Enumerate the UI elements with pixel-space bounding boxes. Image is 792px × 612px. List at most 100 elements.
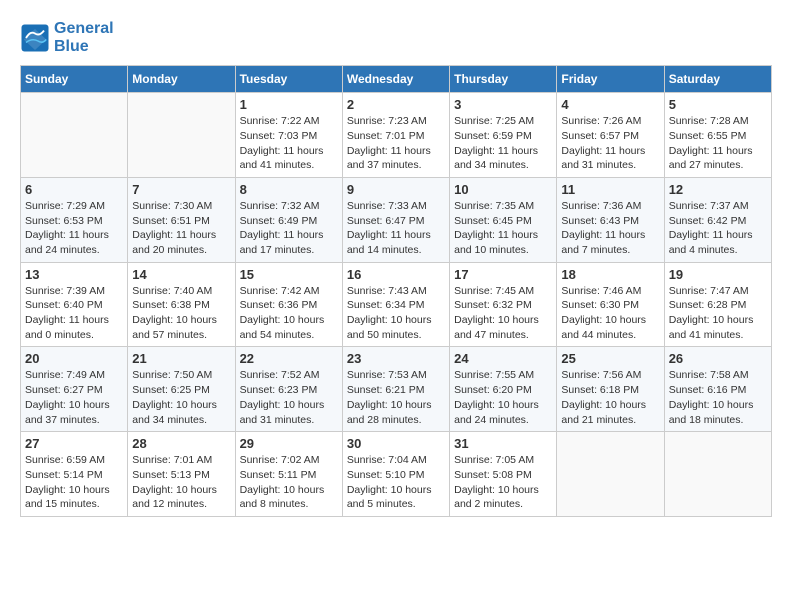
- day-number: 23: [347, 351, 445, 366]
- day-number: 3: [454, 97, 552, 112]
- day-info: Sunrise: 7:46 AM Sunset: 6:30 PM Dayligh…: [561, 284, 659, 343]
- day-info: Sunrise: 7:25 AM Sunset: 6:59 PM Dayligh…: [454, 114, 552, 173]
- calendar-cell: 18 Sunrise: 7:46 AM Sunset: 6:30 PM Dayli…: [557, 262, 664, 347]
- weekday-header-sunday: Sunday: [21, 66, 128, 93]
- day-info: Sunrise: 7:02 AM Sunset: 5:11 PM Dayligh…: [240, 453, 338, 512]
- day-number: 12: [669, 182, 767, 197]
- calendar-cell: 24Sunrise: 7:55 AM Sunset: 6:20 PM Dayli…: [450, 347, 557, 432]
- day-number: 9: [347, 182, 445, 197]
- day-info: Sunrise: 7:53 AM Sunset: 6:21 PM Dayligh…: [347, 368, 445, 427]
- calendar-cell: 17 Sunrise: 7:45 AM Sunset: 6:32 PM Dayli…: [450, 262, 557, 347]
- weekday-header-tuesday: Tuesday: [235, 66, 342, 93]
- calendar-week-5: 27 Sunrise: 6:59 AM Sunset: 5:14 PM Dayli…: [21, 432, 772, 517]
- logo: General Blue: [20, 20, 114, 55]
- day-info: Sunrise: 7:49 AM Sunset: 6:27 PM Dayligh…: [25, 368, 123, 427]
- calendar-cell: 7 Sunrise: 7:30 AM Sunset: 6:51 PM Daylig…: [128, 177, 235, 262]
- day-number: 17: [454, 267, 552, 282]
- day-info: Sunrise: 7:36 AM Sunset: 6:43 PM Dayligh…: [561, 199, 659, 258]
- calendar-cell: 10Sunrise: 7:35 AM Sunset: 6:45 PM Dayli…: [450, 177, 557, 262]
- day-info: Sunrise: 7:56 AM Sunset: 6:18 PM Dayligh…: [561, 368, 659, 427]
- day-info: Sunrise: 7:37 AM Sunset: 6:42 PM Dayligh…: [669, 199, 767, 258]
- calendar-cell: 25 Sunrise: 7:56 AM Sunset: 6:18 PM Dayli…: [557, 347, 664, 432]
- day-number: 21: [132, 351, 230, 366]
- calendar-cell: 8Sunrise: 7:32 AM Sunset: 6:49 PM Daylig…: [235, 177, 342, 262]
- calendar-cell: 13 Sunrise: 7:39 AM Sunset: 6:40 PM Dayli…: [21, 262, 128, 347]
- day-info: Sunrise: 7:01 AM Sunset: 5:13 PM Dayligh…: [132, 453, 230, 512]
- day-info: Sunrise: 7:29 AM Sunset: 6:53 PM Dayligh…: [25, 199, 123, 258]
- day-number: 30: [347, 436, 445, 451]
- calendar-week-1: 1Sunrise: 7:22 AM Sunset: 7:03 PM Daylig…: [21, 93, 772, 178]
- day-number: 20: [25, 351, 123, 366]
- logo-text: General Blue: [54, 20, 114, 55]
- day-number: 31: [454, 436, 552, 451]
- day-number: 26: [669, 351, 767, 366]
- day-info: Sunrise: 7:58 AM Sunset: 6:16 PM Dayligh…: [669, 368, 767, 427]
- day-number: 16: [347, 267, 445, 282]
- calendar-week-3: 13 Sunrise: 7:39 AM Sunset: 6:40 PM Dayli…: [21, 262, 772, 347]
- weekday-header-wednesday: Wednesday: [342, 66, 449, 93]
- day-info: Sunrise: 7:40 AM Sunset: 6:38 PM Dayligh…: [132, 284, 230, 343]
- calendar-cell: [664, 432, 771, 517]
- day-info: Sunrise: 7:42 AM Sunset: 6:36 PM Dayligh…: [240, 284, 338, 343]
- day-number: 14: [132, 267, 230, 282]
- calendar-cell: 6 Sunrise: 7:29 AM Sunset: 6:53 PM Daylig…: [21, 177, 128, 262]
- calendar-cell: 31Sunrise: 7:05 AM Sunset: 5:08 PM Dayli…: [450, 432, 557, 517]
- calendar-cell: 11 Sunrise: 7:36 AM Sunset: 6:43 PM Dayli…: [557, 177, 664, 262]
- calendar-cell: 30Sunrise: 7:04 AM Sunset: 5:10 PM Dayli…: [342, 432, 449, 517]
- day-number: 7: [132, 182, 230, 197]
- weekday-header-friday: Friday: [557, 66, 664, 93]
- calendar-cell: 1Sunrise: 7:22 AM Sunset: 7:03 PM Daylig…: [235, 93, 342, 178]
- calendar-cell: 16 Sunrise: 7:43 AM Sunset: 6:34 PM Dayli…: [342, 262, 449, 347]
- day-info: Sunrise: 7:50 AM Sunset: 6:25 PM Dayligh…: [132, 368, 230, 427]
- calendar-week-4: 20 Sunrise: 7:49 AM Sunset: 6:27 PM Dayli…: [21, 347, 772, 432]
- weekday-header-row: SundayMondayTuesdayWednesdayThursdayFrid…: [21, 66, 772, 93]
- calendar-cell: 4 Sunrise: 7:26 AM Sunset: 6:57 PM Daylig…: [557, 93, 664, 178]
- day-number: 5: [669, 97, 767, 112]
- day-info: Sunrise: 7:55 AM Sunset: 6:20 PM Dayligh…: [454, 368, 552, 427]
- page-header: General Blue: [20, 20, 772, 55]
- calendar-cell: 15Sunrise: 7:42 AM Sunset: 6:36 PM Dayli…: [235, 262, 342, 347]
- calendar-cell: 22Sunrise: 7:52 AM Sunset: 6:23 PM Dayli…: [235, 347, 342, 432]
- day-number: 29: [240, 436, 338, 451]
- weekday-header-monday: Monday: [128, 66, 235, 93]
- calendar-cell: 12 Sunrise: 7:37 AM Sunset: 6:42 PM Dayli…: [664, 177, 771, 262]
- calendar-cell: 2Sunrise: 7:23 AM Sunset: 7:01 PM Daylig…: [342, 93, 449, 178]
- day-info: Sunrise: 7:28 AM Sunset: 6:55 PM Dayligh…: [669, 114, 767, 173]
- calendar-cell: 19Sunrise: 7:47 AM Sunset: 6:28 PM Dayli…: [664, 262, 771, 347]
- calendar-week-2: 6 Sunrise: 7:29 AM Sunset: 6:53 PM Daylig…: [21, 177, 772, 262]
- day-info: Sunrise: 7:26 AM Sunset: 6:57 PM Dayligh…: [561, 114, 659, 173]
- day-number: 18: [561, 267, 659, 282]
- calendar-cell: 29 Sunrise: 7:02 AM Sunset: 5:11 PM Dayli…: [235, 432, 342, 517]
- day-number: 13: [25, 267, 123, 282]
- calendar-cell: 9 Sunrise: 7:33 AM Sunset: 6:47 PM Daylig…: [342, 177, 449, 262]
- weekday-header-thursday: Thursday: [450, 66, 557, 93]
- calendar-cell: 20 Sunrise: 7:49 AM Sunset: 6:27 PM Dayli…: [21, 347, 128, 432]
- day-info: Sunrise: 7:39 AM Sunset: 6:40 PM Dayligh…: [25, 284, 123, 343]
- calendar-cell: [557, 432, 664, 517]
- calendar-cell: 26 Sunrise: 7:58 AM Sunset: 6:16 PM Dayli…: [664, 347, 771, 432]
- day-info: Sunrise: 7:30 AM Sunset: 6:51 PM Dayligh…: [132, 199, 230, 258]
- day-number: 4: [561, 97, 659, 112]
- day-info: Sunrise: 7:43 AM Sunset: 6:34 PM Dayligh…: [347, 284, 445, 343]
- day-number: 22: [240, 351, 338, 366]
- day-number: 8: [240, 182, 338, 197]
- day-number: 11: [561, 182, 659, 197]
- calendar-cell: [128, 93, 235, 178]
- day-number: 19: [669, 267, 767, 282]
- day-info: Sunrise: 7:45 AM Sunset: 6:32 PM Dayligh…: [454, 284, 552, 343]
- weekday-header-saturday: Saturday: [664, 66, 771, 93]
- day-number: 28: [132, 436, 230, 451]
- calendar-cell: 5 Sunrise: 7:28 AM Sunset: 6:55 PM Daylig…: [664, 93, 771, 178]
- logo-icon: [20, 23, 50, 53]
- day-number: 27: [25, 436, 123, 451]
- day-number: 2: [347, 97, 445, 112]
- calendar-cell: 23 Sunrise: 7:53 AM Sunset: 6:21 PM Dayli…: [342, 347, 449, 432]
- calendar-cell: 27 Sunrise: 6:59 AM Sunset: 5:14 PM Dayli…: [21, 432, 128, 517]
- day-info: Sunrise: 7:33 AM Sunset: 6:47 PM Dayligh…: [347, 199, 445, 258]
- day-info: Sunrise: 6:59 AM Sunset: 5:14 PM Dayligh…: [25, 453, 123, 512]
- day-number: 25: [561, 351, 659, 366]
- day-number: 6: [25, 182, 123, 197]
- calendar-cell: [21, 93, 128, 178]
- calendar-cell: 28 Sunrise: 7:01 AM Sunset: 5:13 PM Dayli…: [128, 432, 235, 517]
- calendar-cell: 14 Sunrise: 7:40 AM Sunset: 6:38 PM Dayli…: [128, 262, 235, 347]
